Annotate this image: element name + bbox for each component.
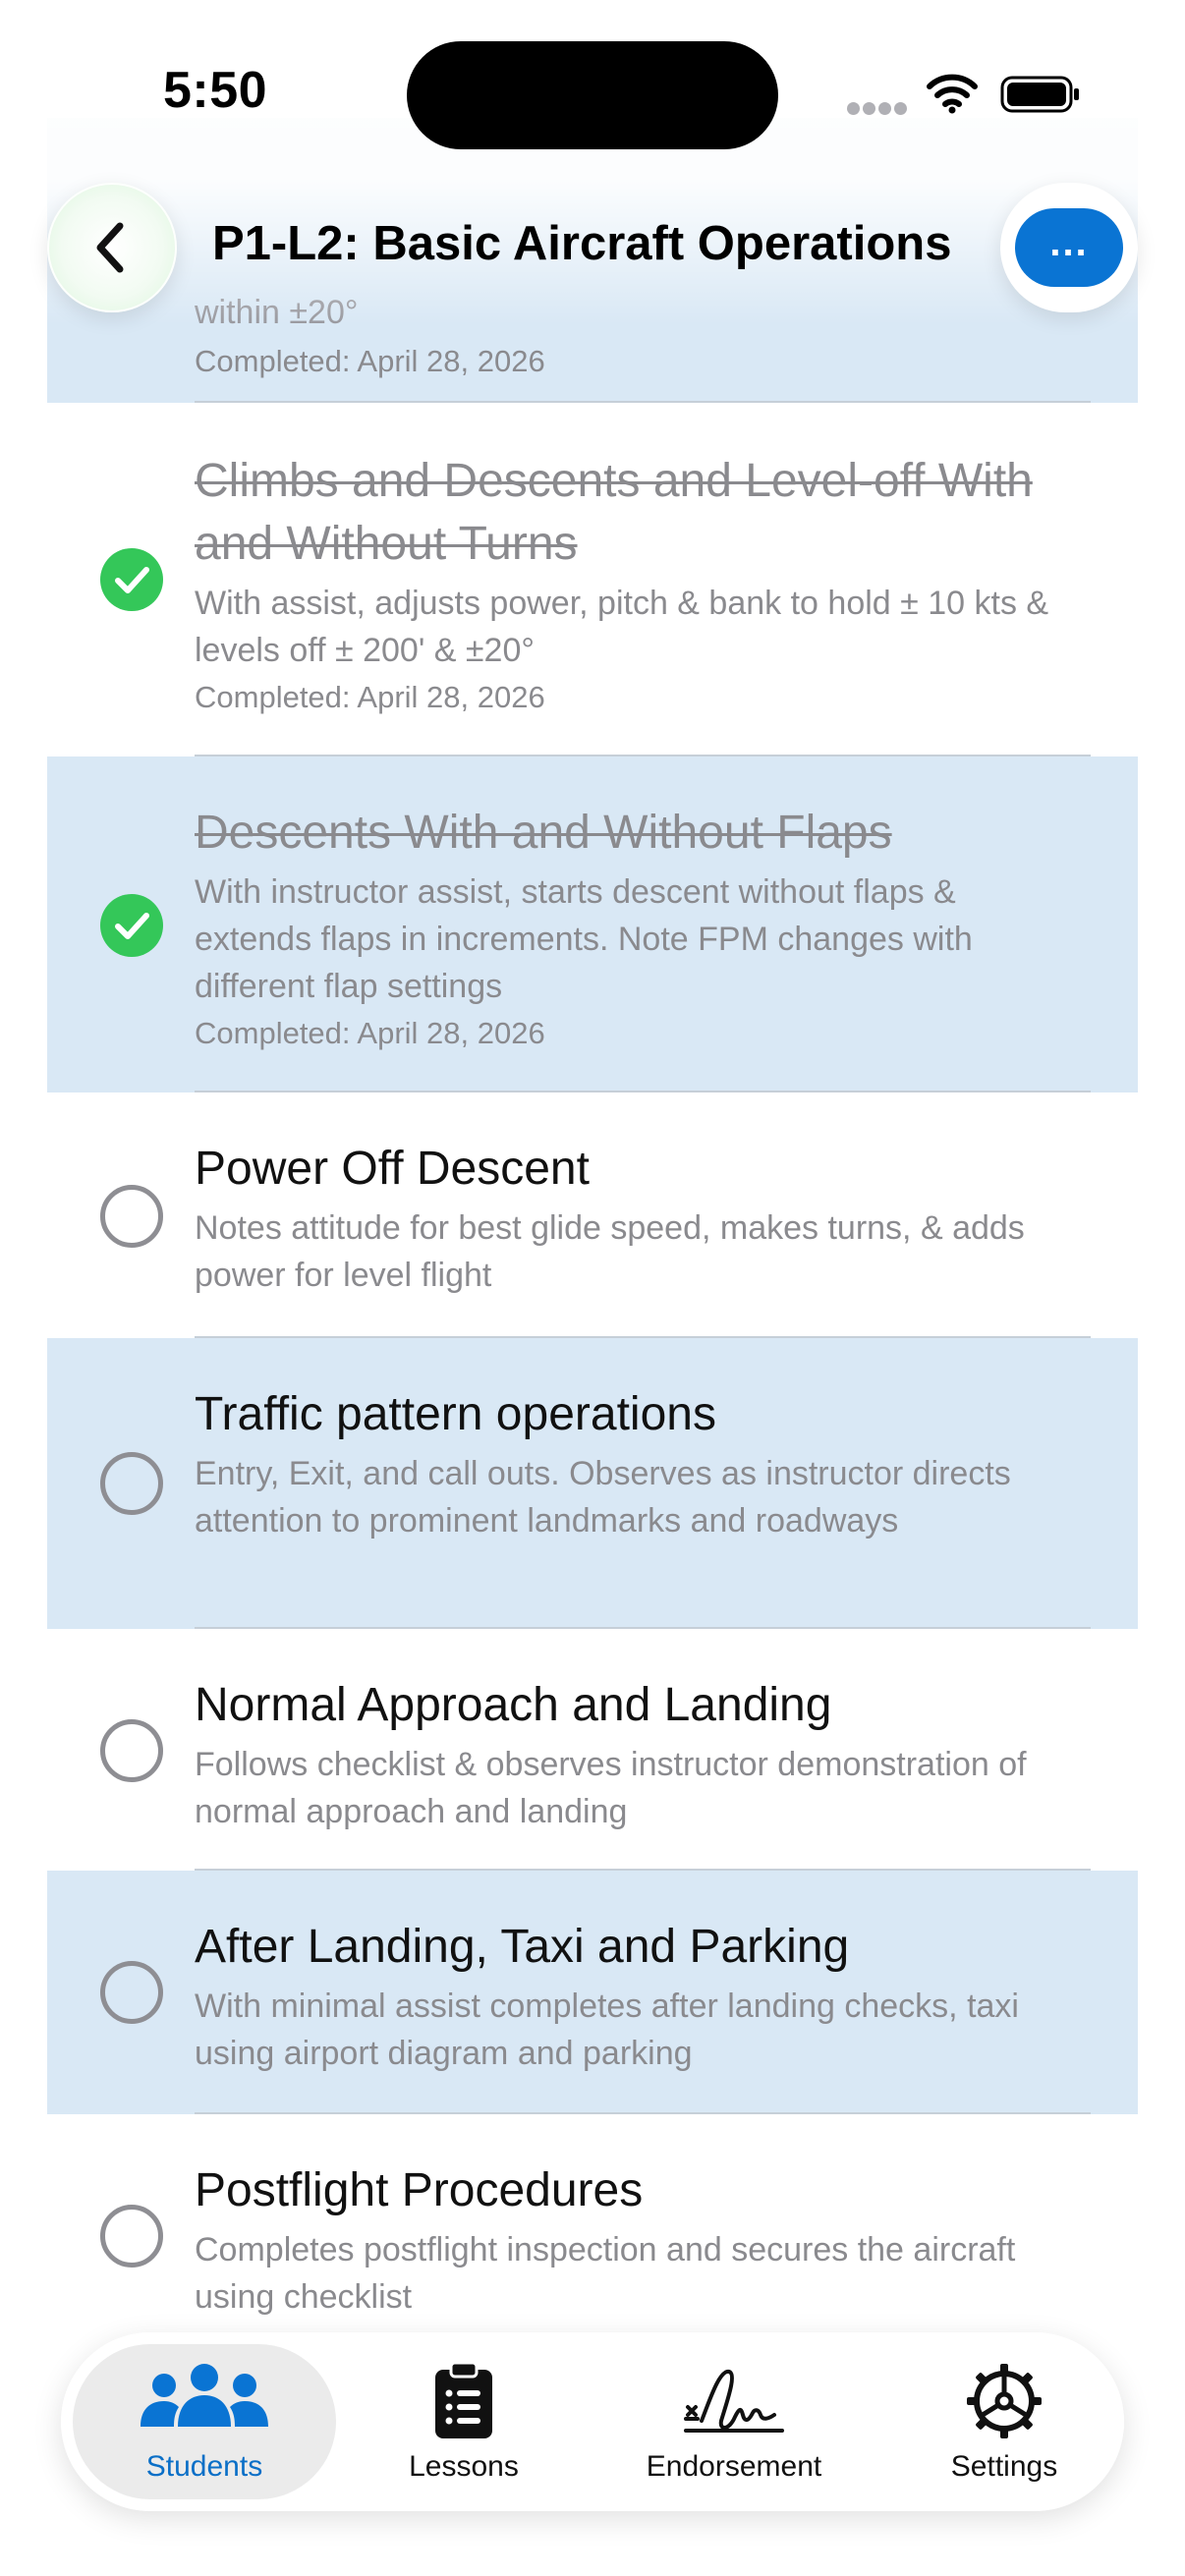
wifi-icon xyxy=(927,74,978,114)
cellular-signal-icon xyxy=(847,102,908,116)
list-item[interactable]: Descents With and Without Flaps With ins… xyxy=(47,756,1138,1092)
item-title: Traffic pattern operations xyxy=(195,1388,716,1440)
item-description: With instructor assist, starts descent w… xyxy=(195,873,973,1005)
more-icon: ... xyxy=(1015,208,1123,287)
tab-settings[interactable]: Settings xyxy=(896,2344,1112,2499)
tab-bar: Students Lessons Endorsement Settings xyxy=(61,2332,1124,2511)
tab-label: Lessons xyxy=(409,2450,519,2483)
battery-icon xyxy=(1000,76,1079,113)
item-completed-date: Completed: April 28, 2026 xyxy=(195,680,545,714)
item-title: Power Off Descent xyxy=(195,1143,590,1195)
item-completed-date: Completed: April 28, 2026 xyxy=(195,1016,545,1050)
item-title: After Landing, Taxi and Parking xyxy=(195,1921,850,1973)
status-time: 5:50 xyxy=(163,62,268,119)
chevron-left-icon xyxy=(96,222,124,273)
incomplete-circle-icon[interactable] xyxy=(100,1452,163,1515)
item-description: within ±20° xyxy=(195,294,359,331)
list-item[interactable]: After Landing, Taxi and Parking With min… xyxy=(47,1871,1138,2114)
dynamic-island xyxy=(407,41,778,149)
tab-label: Students xyxy=(145,2450,263,2483)
more-button[interactable]: ... xyxy=(1000,183,1138,312)
tab-endorsement[interactable]: Endorsement xyxy=(592,2344,876,2499)
item-description: Completes postflight inspection and secu… xyxy=(195,2231,1016,2316)
item-description: Entry, Exit, and call outs. Observes as … xyxy=(195,1455,1011,1540)
incomplete-circle-icon[interactable] xyxy=(100,1961,163,2024)
clipboard-icon xyxy=(435,2362,492,2438)
tab-students[interactable]: Students xyxy=(73,2344,336,2499)
item-title: Normal Approach and Landing xyxy=(195,1679,832,1731)
item-title: Postflight Procedures xyxy=(195,2164,644,2216)
list-item[interactable]: Climbs and Descents and Level-off With a… xyxy=(47,403,1138,756)
incomplete-circle-icon[interactable] xyxy=(100,1185,163,1248)
item-description: With minimal assist completes after land… xyxy=(195,1988,1019,2072)
incomplete-circle-icon[interactable] xyxy=(100,2205,163,2268)
completed-check-icon[interactable] xyxy=(100,548,163,611)
tab-label: Settings xyxy=(950,2450,1058,2483)
item-description: With assist, adjusts power, pitch & bank… xyxy=(195,585,1049,669)
status-bar: 5:50 xyxy=(0,0,1185,196)
item-description: Follows checklist & observes instructor … xyxy=(195,1746,1027,1830)
item-description: Notes attitude for best glide speed, mak… xyxy=(195,1209,1025,1294)
tab-lessons[interactable]: Lessons xyxy=(356,2344,572,2499)
item-completed-date: Completed: April 28, 2026 xyxy=(195,344,545,378)
signature-icon xyxy=(684,2370,784,2433)
list-item[interactable]: Normal Approach and Landing Follows chec… xyxy=(47,1629,1138,1871)
tab-label: Endorsement xyxy=(646,2450,822,2483)
back-button[interactable] xyxy=(47,183,177,312)
list-item[interactable]: Power Off Descent Notes attitude for bes… xyxy=(47,1092,1138,1338)
item-title: Descents With and Without Flaps xyxy=(195,807,892,859)
completed-check-icon[interactable] xyxy=(100,894,163,957)
item-title: Climbs and Descents and Level-off With a… xyxy=(195,455,1033,570)
screen: within ±20° Completed: April 28, 2026 Cl… xyxy=(0,0,1185,2576)
people-icon xyxy=(141,2364,268,2427)
list-item[interactable]: Traffic pattern operations Entry, Exit, … xyxy=(47,1338,1138,1629)
gear-icon xyxy=(967,2364,1042,2438)
page-title: P1-L2: Basic Aircraft Operations xyxy=(212,217,952,270)
incomplete-circle-icon[interactable] xyxy=(100,1719,163,1782)
